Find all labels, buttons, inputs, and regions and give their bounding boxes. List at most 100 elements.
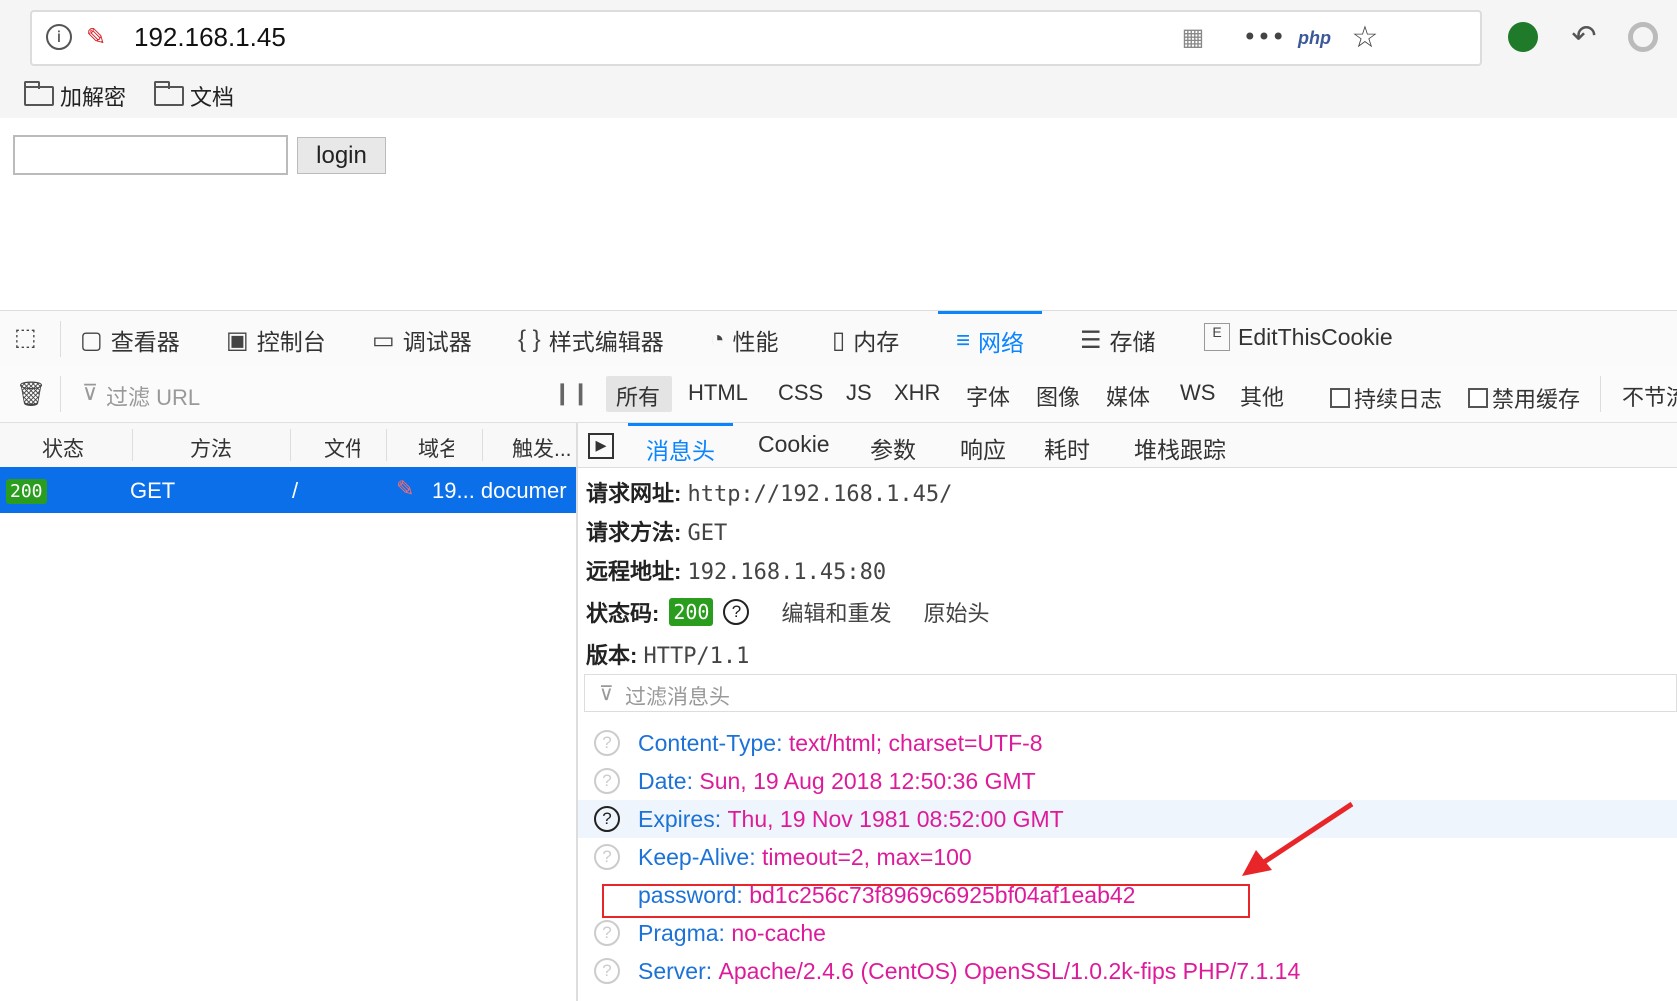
tab-performance[interactable]: ◔ 性能: [710, 323, 779, 357]
divider: [290, 429, 291, 461]
header-row: ? Content-Type: text/html; charset=UTF-8: [578, 724, 1677, 762]
filter-xhr[interactable]: XHR: [894, 380, 940, 406]
tab-stack-trace[interactable]: 堆栈跟踪: [1134, 431, 1226, 465]
tab-response[interactable]: 响应: [960, 431, 1006, 465]
status-badge: 200: [669, 598, 714, 626]
disable-cache-checkbox[interactable]: 禁用缓存: [1468, 382, 1580, 414]
login-input[interactable]: [13, 135, 288, 175]
element-picker-button[interactable]: ⬚: [14, 323, 37, 352]
field-label: 请求网址:: [586, 481, 682, 506]
help-icon[interactable]: ?: [594, 768, 620, 794]
qr-code-icon[interactable]: ▦: [1178, 22, 1208, 52]
tab-storage[interactable]: ☰ 存储: [1080, 323, 1156, 357]
column-file[interactable]: 文件: [324, 433, 360, 463]
toggle-panel-icon[interactable]: ▸: [588, 433, 614, 459]
help-icon[interactable]: ?: [594, 920, 620, 946]
throttle-select[interactable]: 不节流: [1622, 380, 1677, 412]
extension-green-icon[interactable]: [1508, 22, 1538, 52]
header-value: text/html; charset=UTF-8: [788, 729, 1043, 756]
summary-method: 请求方法: GET: [586, 515, 727, 547]
cookie-extension-icon: E: [1204, 323, 1230, 351]
raw-headers-toggle[interactable]: 原始头: [923, 596, 989, 628]
highlight-box: [602, 884, 1250, 918]
edit-resend-button[interactable]: 编辑和重发: [781, 596, 891, 628]
login-button[interactable]: login: [297, 137, 386, 174]
help-icon[interactable]: ?: [723, 599, 750, 625]
insecure-lock-icon[interactable]: ✎: [82, 22, 110, 52]
tab-label: 内存: [853, 329, 900, 355]
column-method[interactable]: 方法: [190, 433, 232, 463]
tab-style-editor[interactable]: { } 样式编辑器: [518, 323, 664, 357]
memory-icon: ▯: [832, 326, 846, 354]
bookmark-label: 加解密: [60, 85, 127, 110]
header-row: ? Expires: Thu, 19 Nov 1981 08:52:00 GMT: [578, 800, 1677, 838]
persist-logs-checkbox[interactable]: 持续日志: [1330, 382, 1442, 414]
pause-icon[interactable]: ❙❙: [553, 380, 590, 406]
filter-ws[interactable]: WS: [1180, 380, 1215, 406]
column-cause[interactable]: 触发...: [512, 433, 572, 463]
header-value: Apache/2.4.6 (CentOS) OpenSSL/1.0.2k-fip…: [718, 957, 1301, 984]
tab-network[interactable]: ≡ 网络: [938, 311, 1043, 367]
funnel-icon: ⊽: [82, 380, 99, 405]
field-value: HTTP/1.1: [643, 644, 750, 669]
php-extension-icon[interactable]: php: [1298, 28, 1331, 49]
url-bar[interactable]: i ✎ 192.168.1.45 ▦ ••• php ☆: [30, 10, 1482, 66]
help-icon[interactable]: ?: [594, 730, 620, 756]
column-status[interactable]: 状态: [42, 433, 84, 463]
divider: [132, 429, 133, 461]
tab-debugger[interactable]: ▭ 调试器: [372, 323, 472, 357]
divider: [482, 429, 483, 461]
table-row[interactable]: 200 GET / ✎ 19... documer: [0, 467, 576, 513]
tab-cookie[interactable]: Cookie: [758, 431, 830, 458]
undo-icon[interactable]: ↶: [1566, 18, 1602, 54]
field-value: http://192.168.1.45/: [687, 482, 953, 507]
header-value: no-cache: [731, 919, 826, 946]
tab-console[interactable]: ▣ 控制台: [226, 323, 326, 357]
tab-inspector[interactable]: ▢ 查看器: [80, 323, 180, 357]
url-filter-input[interactable]: 过滤 URL: [106, 380, 200, 412]
header-name: Content-Type:: [638, 729, 783, 756]
bookmark-label: 文档: [190, 85, 235, 110]
field-value: 192.168.1.45:80: [687, 560, 887, 585]
tab-params[interactable]: 参数: [870, 431, 916, 465]
filter-all[interactable]: 所有: [616, 380, 660, 412]
filter-css[interactable]: CSS: [778, 380, 823, 406]
filter-fonts[interactable]: 字体: [966, 380, 1010, 412]
filter-media[interactable]: 媒体: [1106, 380, 1150, 412]
filter-images[interactable]: 图像: [1036, 380, 1080, 412]
help-icon[interactable]: ?: [594, 958, 620, 984]
request-method: GET: [130, 478, 176, 503]
tab-editthiscookie[interactable]: E EditThisCookie: [1204, 323, 1393, 351]
tab-timings[interactable]: 耗时: [1044, 431, 1090, 465]
header-name: Expires:: [638, 805, 722, 832]
filter-js[interactable]: JS: [846, 380, 872, 406]
annotation-arrow-icon: [1242, 801, 1354, 876]
trash-icon[interactable]: 🗑: [16, 380, 46, 409]
help-icon[interactable]: ?: [594, 844, 620, 870]
detail-tabs-bar: ▸ 消息头 Cookie 参数 响应 耗时 堆栈跟踪: [578, 423, 1677, 468]
request-cause: 19... documer: [432, 478, 567, 503]
tab-memory[interactable]: ▯ 内存: [832, 323, 899, 357]
header-row: ? Server: Apache/2.4.6 (CentOS) OpenSSL/1…: [578, 952, 1677, 990]
header-row: ? Keep-Alive: timeout=2, max=100: [578, 838, 1677, 876]
filter-other[interactable]: 其他: [1240, 380, 1284, 412]
bookmark-folder-crypto[interactable]: 加解密: [24, 80, 126, 112]
tab-headers[interactable]: 消息头: [628, 423, 733, 467]
help-icon[interactable]: ?: [594, 806, 620, 832]
column-domain[interactable]: 域名: [418, 433, 454, 463]
bookmark-star-icon[interactable]: ☆: [1348, 20, 1382, 55]
tab-label: 控制台: [256, 329, 326, 355]
divider: [60, 321, 61, 357]
info-icon[interactable]: i: [46, 24, 72, 50]
url-text[interactable]: 192.168.1.45: [134, 22, 286, 53]
checkbox-label: 禁用缓存: [1492, 387, 1581, 412]
bookmark-folder-docs[interactable]: 文档: [154, 80, 234, 112]
circle-extension-icon[interactable]: [1628, 22, 1658, 52]
folder-icon: [24, 81, 54, 106]
header-filter-input[interactable]: ⊽ 过滤消息头: [584, 674, 1677, 712]
field-label: 状态码:: [586, 601, 660, 626]
tab-label: 调试器: [402, 329, 472, 355]
network-filter-bar: 🗑 ⊽ 过滤 URL ❙❙ 所有 HTML CSS JS XHR 字体 图像 媒…: [0, 366, 1677, 423]
filter-html[interactable]: HTML: [688, 380, 748, 406]
more-actions-icon[interactable]: •••: [1243, 22, 1285, 52]
